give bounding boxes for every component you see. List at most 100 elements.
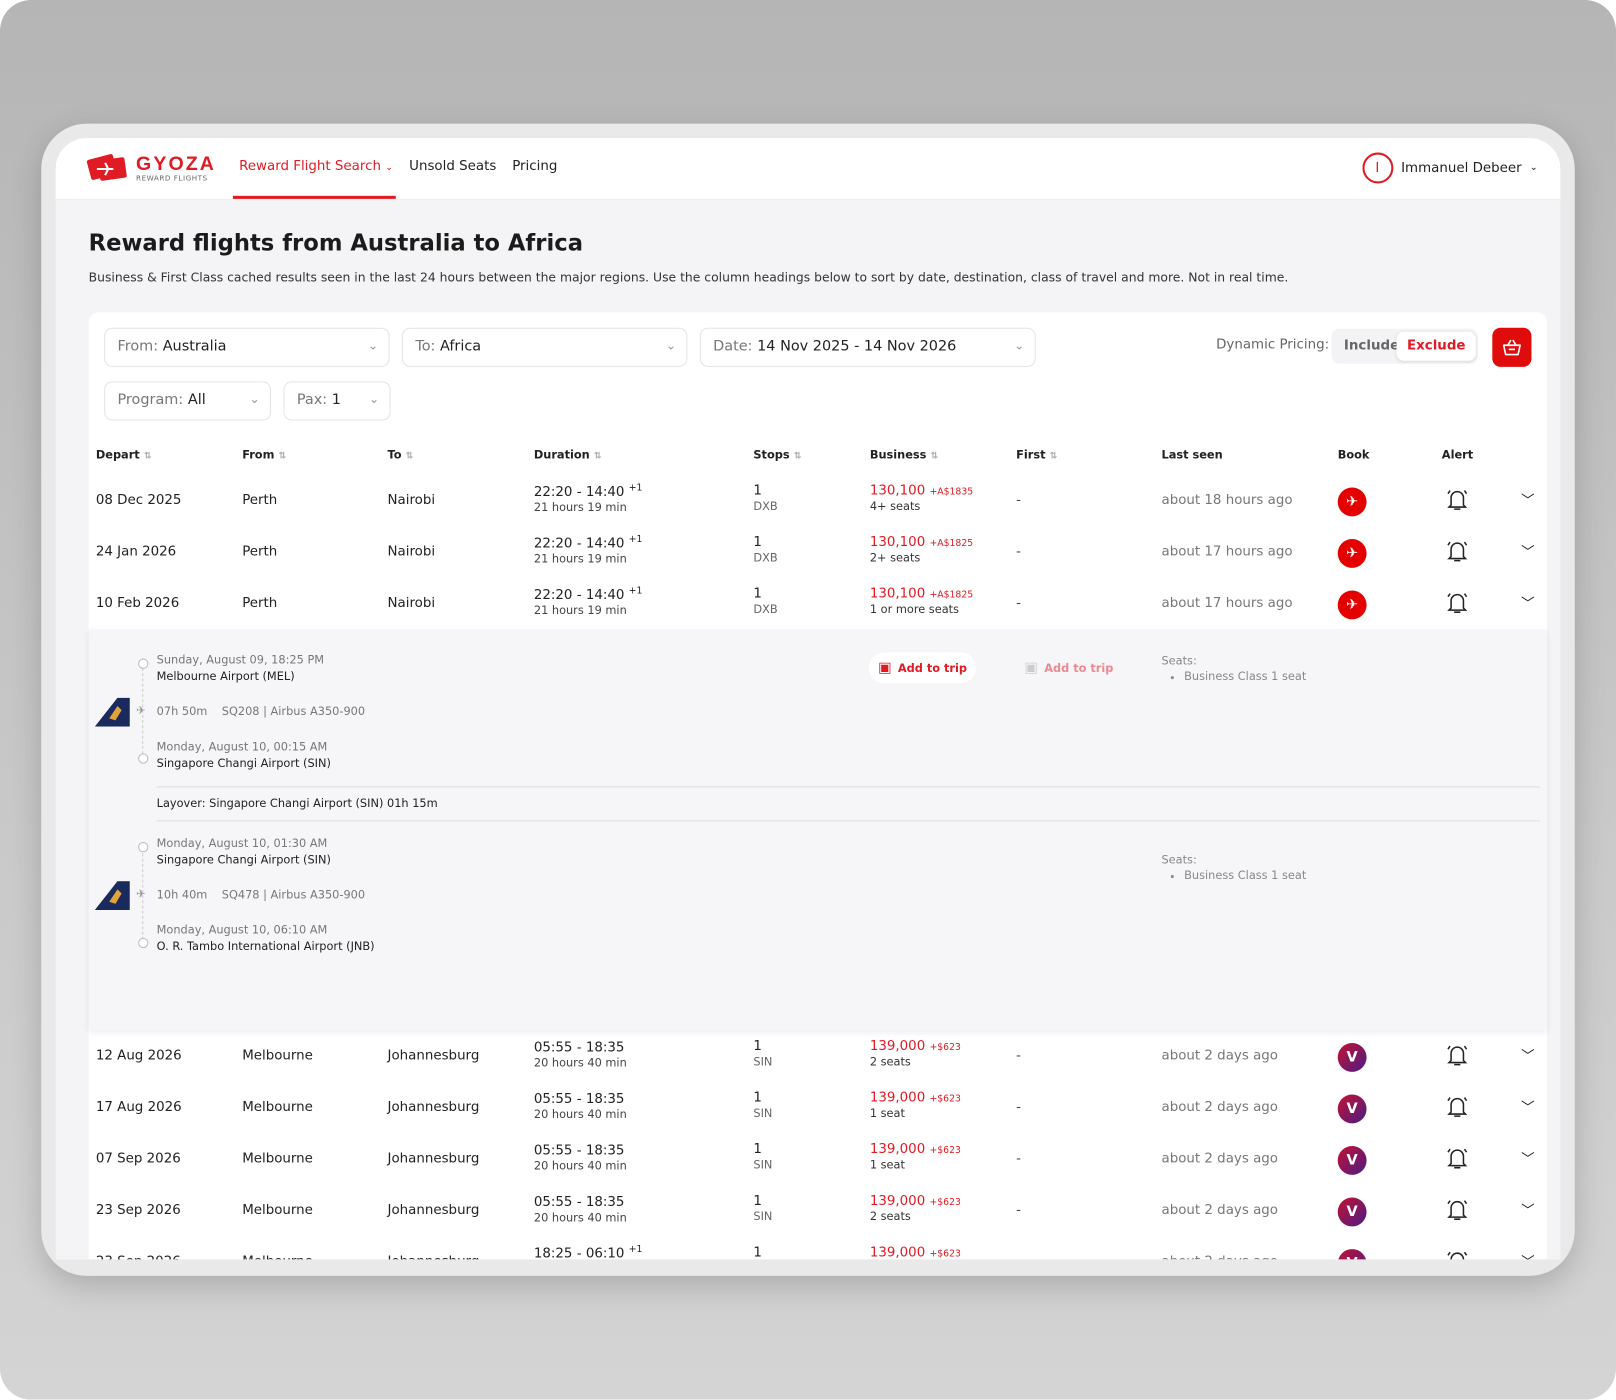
sort-icon: ⇅ <box>593 451 602 462</box>
business-price: 130,100 +A$1835 4+ seats <box>869 483 974 514</box>
singapore-airlines-tail-icon <box>94 697 130 727</box>
chevron-down-icon[interactable]: ﹀ <box>1521 1045 1534 1064</box>
velocity-book-button[interactable]: V <box>1337 1042 1367 1072</box>
chevron-down-icon: ⌄ <box>367 338 379 353</box>
duration: 05:55 - 18:35 20 hours 40 min <box>533 1040 627 1071</box>
velocity-book-button[interactable]: V <box>1337 1197 1367 1227</box>
to-select[interactable]: To: Africa ⌄ <box>401 327 688 367</box>
chevron-down-icon[interactable]: ﹀ <box>1521 1200 1534 1219</box>
column-header-business[interactable]: Business ⇅ <box>870 448 939 461</box>
business-price: 139,000 +$6231 seat <box>869 1090 961 1121</box>
last-seen: about 2 days ago <box>1161 1151 1278 1167</box>
duration: 05:55 - 18:35 20 hours 40 min <box>533 1091 627 1122</box>
table-row[interactable]: 12 Aug 2026 Melbourne Johannesburg 05:55… <box>89 1031 1547 1083</box>
bell-icon <box>1447 1045 1468 1066</box>
chevron-down-icon[interactable]: ﹀ <box>1521 1097 1534 1116</box>
table-row[interactable]: 23 Sep 2026 Melbourne Johannesburg 18:25… <box>89 1237 1547 1260</box>
column-header-duration[interactable]: Duration ⇅ <box>534 448 602 461</box>
velocity-book-button[interactable]: V <box>1337 1249 1367 1260</box>
background: GYOZA REWARD FLIGHTS Reward Flight Search… <box>0 0 1616 1400</box>
segment-arrival-airport: Singapore Changi Airport (SIN) <box>156 756 331 770</box>
date-select[interactable]: Date: 14 Nov 2025 - 14 Nov 2026 ⌄ <box>699 327 1036 367</box>
basket-icon <box>1502 339 1521 356</box>
segment-flight-info: 10h 40m SQ478 | Airbus A350-900 <box>156 888 366 902</box>
program-select[interactable]: Program: All ⌄ <box>104 381 272 421</box>
table-row[interactable]: 07 Sep 2026 Melbourne Johannesburg 05:55… <box>89 1134 1547 1186</box>
duration: 22:20 - 14:40 +1 21 hours 19 min <box>533 534 643 567</box>
column-header-to[interactable]: To ⇅ <box>388 448 414 461</box>
alert-button[interactable] <box>1443 1144 1472 1177</box>
velocity-book-button[interactable]: V <box>1337 1146 1367 1175</box>
duration: 22:20 - 14:40 +1 21 hours 19 min <box>533 586 643 618</box>
ticket-plane-icon <box>86 153 127 181</box>
velocity-logo-icon: V <box>1346 1152 1358 1169</box>
depart-date: 07 Sep 2026 <box>95 1151 181 1167</box>
add-to-trip-first-button[interactable]: ▣ Add to trip <box>1015 652 1123 683</box>
nav-reward-flight-search[interactable]: Reward Flight Search ⌄ <box>239 159 393 174</box>
velocity-logo-icon: V <box>1346 1203 1358 1221</box>
alert-button[interactable] <box>1443 1041 1472 1074</box>
nav-pricing[interactable]: Pricing <box>512 159 557 174</box>
app-window: GYOZA REWARD FLIGHTS Reward Flight Search… <box>55 138 1561 1260</box>
velocity-book-button[interactable]: V <box>1337 1094 1367 1124</box>
bell-icon <box>1447 593 1468 613</box>
chevron-down-icon[interactable]: ﹀ <box>1521 541 1534 560</box>
qantas-book-button[interactable]: ✈ <box>1337 590 1367 620</box>
last-seen: about 2 days ago <box>1161 1048 1278 1064</box>
alert-button[interactable] <box>1443 537 1472 570</box>
column-header-from[interactable]: From ⇅ <box>242 448 286 461</box>
first-price: - <box>1016 1202 1022 1219</box>
qantas-book-button[interactable]: ✈ <box>1337 487 1367 517</box>
basket-button[interactable] <box>1492 327 1532 367</box>
table-row[interactable]: 10 Feb 2026 Perth Nairobi 22:20 - 14:40 … <box>89 578 1547 630</box>
alert-button[interactable] <box>1443 1247 1472 1260</box>
divider <box>156 820 1540 822</box>
departure-dot-icon <box>138 658 149 669</box>
chevron-down-icon[interactable]: ﹀ <box>1521 1148 1534 1167</box>
exclude-option[interactable]: Exclude <box>1396 331 1476 361</box>
results-card: From: Australia ⌄ To: Africa ⌄ Date: 14 No… <box>88 312 1547 1260</box>
sort-icon: ⇅ <box>405 451 414 462</box>
origin: Melbourne <box>242 1254 313 1259</box>
table-row[interactable]: 17 Aug 2026 Melbourne Johannesburg 05:55… <box>89 1082 1547 1134</box>
nav-unsold-seats[interactable]: Unsold Seats <box>409 159 496 174</box>
from-select[interactable]: From: Australia ⌄ <box>104 327 390 367</box>
stops: 1SIN <box>753 1090 773 1121</box>
stops: 1 DXB <box>753 586 778 617</box>
origin: Melbourne <box>242 1202 313 1219</box>
flight-details-panel: ✈ ✈ Sunday, August 09, 18:25 PM Melbourn… <box>88 629 1547 1031</box>
avatar: I <box>1361 152 1393 184</box>
destination: Nairobi <box>387 544 436 560</box>
chevron-down-icon[interactable]: ﹀ <box>1521 593 1534 612</box>
column-header-first[interactable]: First ⇅ <box>1016 448 1057 461</box>
stops: 1SIN <box>753 1038 773 1069</box>
alert-button[interactable] <box>1443 588 1472 621</box>
plane-icon: ✈ <box>136 887 146 901</box>
alert-button[interactable] <box>1443 1195 1472 1228</box>
column-header-stops[interactable]: Stops ⇅ <box>753 448 801 461</box>
last-seen: about 17 hours ago <box>1161 595 1293 612</box>
seats-info: Seats:Business Class 1 seat <box>1161 654 1306 683</box>
page-title: Reward flights from Australia to Africa <box>88 230 583 257</box>
origin: Perth <box>242 595 278 612</box>
alert-button[interactable] <box>1443 485 1472 518</box>
table-row[interactable]: 08 Dec 2025 Perth Nairobi 22:20 - 14:40 … <box>89 475 1547 527</box>
page-subtitle: Business & First Class cached results se… <box>88 270 1289 285</box>
chevron-down-icon[interactable]: ﹀ <box>1521 1251 1534 1259</box>
alert-button[interactable] <box>1443 1092 1472 1125</box>
depart-date: 12 Aug 2026 <box>95 1048 182 1064</box>
user-menu[interactable]: I Immanuel Debeer ⌄ <box>1361 152 1538 184</box>
layover-info: Layover: Singapore Changi Airport (SIN) … <box>156 796 438 811</box>
table-row[interactable]: 24 Jan 2026 Perth Nairobi 22:20 - 14:40 … <box>89 527 1547 579</box>
bell-icon <box>1447 541 1468 562</box>
pax-select[interactable]: Pax: 1 ⌄ <box>283 381 391 421</box>
qantas-book-button[interactable]: ✈ <box>1337 539 1367 568</box>
table-row[interactable]: 23 Sep 2026 Melbourne Johannesburg 05:55… <box>89 1185 1547 1237</box>
logo[interactable]: GYOZA REWARD FLIGHTS <box>86 150 216 185</box>
arrival-dot-icon <box>138 753 149 764</box>
depart-date: 10 Feb 2026 <box>95 595 180 612</box>
chevron-down-icon[interactable]: ﹀ <box>1521 490 1534 509</box>
add-to-trip-button[interactable]: ▣ Add to trip <box>868 652 977 684</box>
duration: 05:55 - 18:35 20 hours 40 min <box>533 1143 627 1174</box>
column-header-depart[interactable]: Depart ⇅ <box>96 448 152 461</box>
